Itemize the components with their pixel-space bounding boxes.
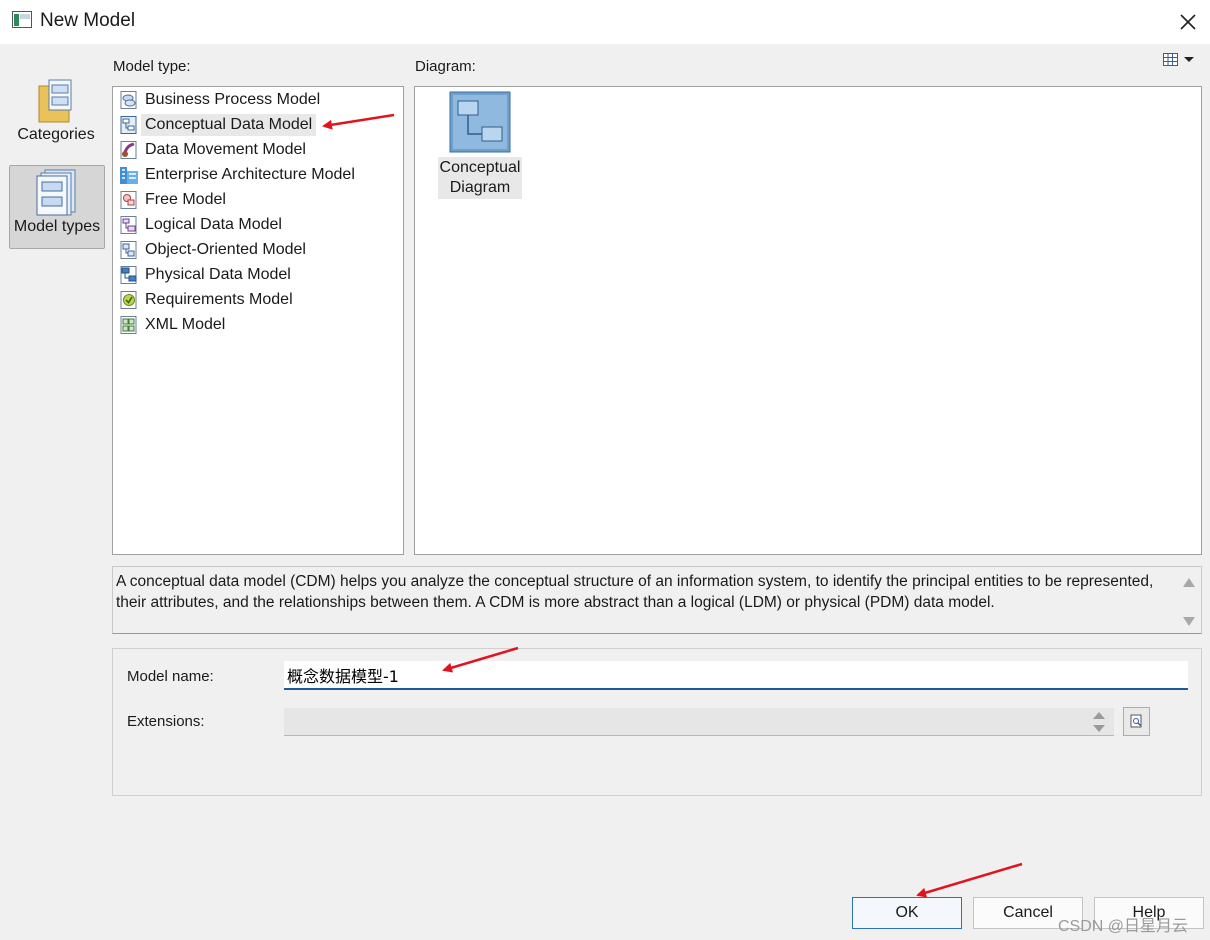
app-window-icon bbox=[12, 11, 32, 28]
close-icon bbox=[1180, 14, 1196, 30]
model-type-list[interactable]: Business Process Model Conceptual Data M… bbox=[112, 86, 404, 555]
arrow-to-ok-button bbox=[916, 862, 1023, 898]
diagram-item-conceptual-diagram[interactable]: Conceptual Diagram bbox=[437, 91, 523, 199]
business-process-model-icon bbox=[120, 91, 137, 109]
title-bar: New Model bbox=[0, 0, 1210, 44]
list-item-requirements-model[interactable]: Requirements Model bbox=[119, 288, 293, 312]
conceptual-data-model-icon bbox=[120, 116, 137, 134]
close-button[interactable] bbox=[1166, 4, 1210, 40]
model-name-label: Model name: bbox=[127, 668, 214, 685]
model-types-icon bbox=[36, 169, 76, 216]
list-item-physical-data-model[interactable]: Physical Data Model bbox=[119, 263, 291, 287]
rail-item-label: Model types bbox=[13, 218, 101, 235]
list-item-xml-model[interactable]: XML Model bbox=[119, 313, 225, 337]
diagram-pane[interactable]: Conceptual Diagram bbox=[414, 86, 1202, 555]
list-item-enterprise-architecture-model[interactable]: Enterprise Architecture Model bbox=[119, 163, 355, 187]
model-type-label: Model type: bbox=[113, 58, 191, 75]
logical-data-model-icon bbox=[120, 216, 137, 234]
extensions-label: Extensions: bbox=[127, 713, 205, 730]
enterprise-architecture-model-icon bbox=[120, 167, 138, 184]
spin-up-icon[interactable] bbox=[1093, 712, 1105, 719]
list-item-object-oriented-model[interactable]: Object-Oriented Model bbox=[119, 238, 306, 262]
scroll-down-icon[interactable] bbox=[1183, 617, 1195, 626]
physical-data-model-icon bbox=[120, 266, 137, 284]
rail-item-categories[interactable]: Categories bbox=[9, 76, 103, 158]
list-item-logical-data-model[interactable]: Logical Data Model bbox=[119, 213, 282, 237]
categories-folder-icon bbox=[38, 79, 72, 123]
list-item-data-movement-model[interactable]: Data Movement Model bbox=[119, 138, 306, 162]
description-box: A conceptual data model (CDM) helps you … bbox=[112, 566, 1202, 634]
object-oriented-model-icon bbox=[120, 241, 137, 259]
list-item-free-model[interactable]: Free Model bbox=[119, 188, 226, 212]
watermark: CSDN @日星月云 bbox=[1058, 918, 1189, 935]
ok-button[interactable]: OK bbox=[852, 897, 962, 929]
model-name-input[interactable] bbox=[284, 661, 1188, 690]
free-model-icon bbox=[120, 191, 137, 209]
rail-item-model-types[interactable]: Model types bbox=[9, 165, 105, 249]
xml-model-icon bbox=[120, 316, 137, 334]
list-item-business-process-model[interactable]: Business Process Model bbox=[119, 88, 320, 112]
scroll-up-icon[interactable] bbox=[1183, 578, 1195, 587]
conceptual-diagram-icon bbox=[449, 91, 511, 153]
diagram-item-label: Conceptual Diagram bbox=[437, 157, 523, 199]
browse-file-icon bbox=[1130, 714, 1142, 728]
model-description: A conceptual data model (CDM) helps you … bbox=[116, 573, 1154, 611]
description-scrollbar[interactable] bbox=[1177, 567, 1201, 633]
view-mode-dropdown[interactable] bbox=[1162, 52, 1198, 68]
list-view-icon bbox=[1163, 53, 1194, 66]
data-movement-model-icon bbox=[120, 141, 137, 159]
requirements-model-icon bbox=[120, 291, 137, 309]
list-item-conceptual-data-model[interactable]: Conceptual Data Model bbox=[119, 113, 317, 137]
diagram-label: Diagram: bbox=[415, 58, 476, 75]
rail-item-label: Categories bbox=[17, 126, 95, 143]
chevron-down-icon bbox=[1184, 57, 1194, 62]
extensions-spinner[interactable] bbox=[1088, 708, 1110, 736]
extensions-browse-button[interactable] bbox=[1123, 707, 1150, 736]
window-title: New Model bbox=[40, 10, 136, 31]
spin-down-icon[interactable] bbox=[1093, 725, 1105, 732]
extensions-field[interactable] bbox=[284, 708, 1114, 736]
